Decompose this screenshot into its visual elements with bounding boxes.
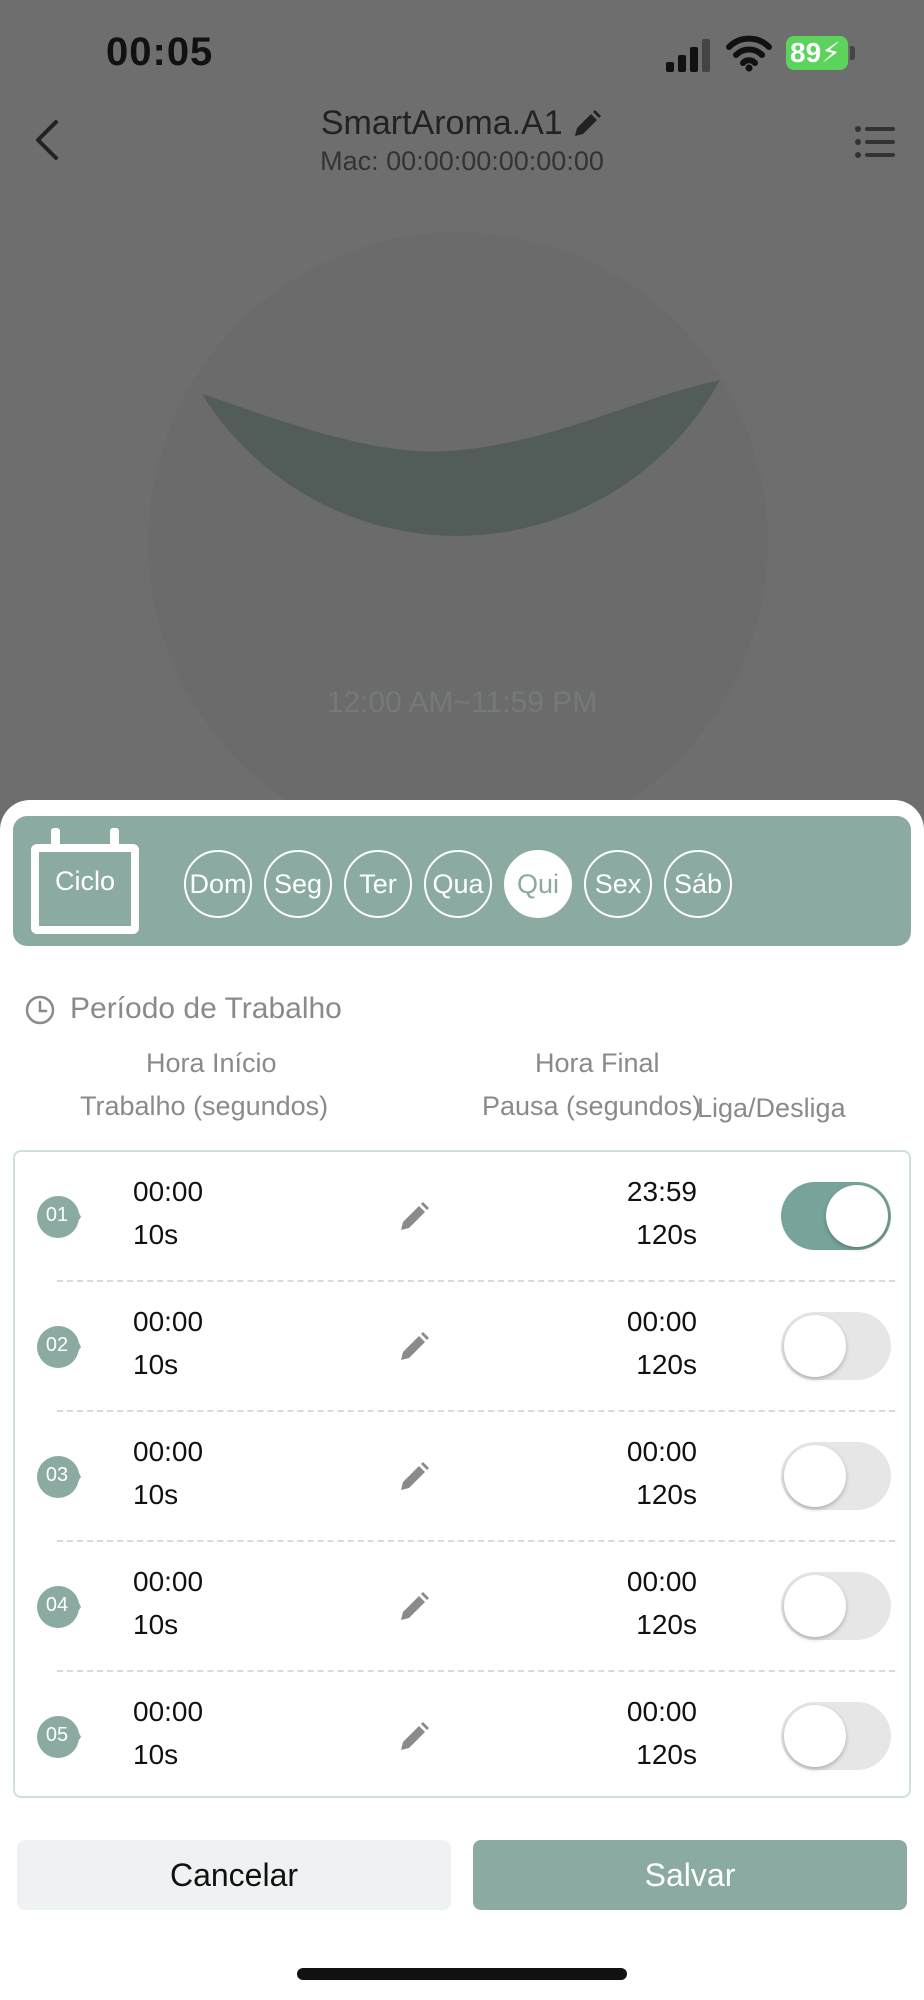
column-work-seconds: Trabalho (segundos) bbox=[80, 1091, 329, 1121]
mac-value: 00:00:00:00:00:00 bbox=[386, 146, 604, 176]
device-screen-background: 00:05 89⚡ SmartAroma.A1 Mac: 00:00:00:00… bbox=[0, 0, 924, 852]
work-seconds: 10s bbox=[133, 1349, 179, 1380]
end-time: 00:00 bbox=[626, 1436, 697, 1467]
wifi-icon bbox=[726, 35, 772, 72]
work-seconds: 10s bbox=[133, 1219, 179, 1250]
weekday-selector: Ciclo Dom Seg Ter Qua Qui Sex Sáb bbox=[13, 816, 911, 946]
period-row: 04 00:00 10s 00:00 120s bbox=[15, 1542, 909, 1672]
period-row: 01 00:00 10s 23:59 120s bbox=[15, 1152, 909, 1282]
toggle-knob bbox=[784, 1315, 846, 1377]
pause-seconds: 120s bbox=[636, 1479, 697, 1510]
row-number: 02 bbox=[45, 1334, 69, 1356]
column-end-time: Hora Final bbox=[535, 1048, 660, 1078]
work-seconds: 10s bbox=[133, 1739, 179, 1770]
column-start-time: Hora Início bbox=[146, 1048, 277, 1078]
list-menu-icon[interactable] bbox=[854, 124, 896, 160]
toggle-knob bbox=[784, 1575, 846, 1637]
start-time: 00:00 bbox=[133, 1696, 204, 1727]
home-indicator bbox=[297, 1968, 627, 1980]
work-seconds: 10s bbox=[133, 1479, 179, 1510]
row-number: 05 bbox=[45, 1724, 69, 1746]
edit-period-pencil-icon[interactable] bbox=[397, 1200, 431, 1234]
battery-cap bbox=[850, 46, 855, 60]
clock-icon bbox=[25, 995, 55, 1025]
period-row: 03 00:00 10s 00:00 120s bbox=[15, 1412, 909, 1542]
mac-address: Mac: 00:00:00:00:00:00 bbox=[0, 146, 924, 177]
pause-seconds: 120s bbox=[636, 1219, 697, 1250]
period-row: 02 00:00 10s 00:00 120s bbox=[15, 1282, 909, 1412]
battery-indicator: 89⚡ bbox=[786, 36, 848, 70]
schedule-sheet: Ciclo Dom Seg Ter Qua Qui Sex Sáb Períod… bbox=[0, 800, 924, 2000]
row-number: 01 bbox=[45, 1204, 69, 1226]
end-time: 00:00 bbox=[626, 1566, 697, 1597]
pause-seconds: 120s bbox=[636, 1739, 697, 1770]
pause-seconds: 120s bbox=[636, 1609, 697, 1640]
section-title: Período de Trabalho bbox=[70, 992, 342, 1025]
toggle-knob bbox=[784, 1705, 846, 1767]
period-row: 05 00:00 10s 00:00 120s bbox=[15, 1672, 909, 1802]
period-toggle[interactable] bbox=[781, 1182, 891, 1250]
end-time: 23:59 bbox=[626, 1176, 697, 1207]
charging-bolt-icon: ⚡ bbox=[821, 37, 841, 68]
period-toggle[interactable] bbox=[781, 1442, 891, 1510]
day-button-sex[interactable]: Sex bbox=[584, 850, 652, 918]
toggle-knob bbox=[826, 1185, 888, 1247]
edit-period-pencil-icon[interactable] bbox=[397, 1590, 431, 1624]
pause-seconds: 120s bbox=[636, 1349, 697, 1380]
cycle-label: Ciclo bbox=[54, 866, 115, 896]
work-seconds: 10s bbox=[133, 1609, 179, 1640]
edit-period-pencil-icon[interactable] bbox=[397, 1330, 431, 1364]
schedule-time-range: 12:00 AM~11:59 PM bbox=[326, 686, 598, 719]
period-toggle[interactable] bbox=[781, 1312, 891, 1380]
toggle-knob bbox=[784, 1445, 846, 1507]
day-button-qui[interactable]: Qui bbox=[504, 850, 572, 918]
start-time: 00:00 bbox=[133, 1566, 204, 1597]
edit-period-pencil-icon[interactable] bbox=[397, 1460, 431, 1494]
save-button[interactable]: Salvar bbox=[473, 1840, 907, 1910]
day-button-ter[interactable]: Ter bbox=[344, 850, 412, 918]
device-title-bar: SmartAroma.A1 bbox=[0, 104, 924, 143]
day-button-dom[interactable]: Dom bbox=[184, 850, 252, 918]
day-button-seg[interactable]: Seg bbox=[264, 850, 332, 918]
row-number: 04 bbox=[45, 1594, 69, 1616]
end-time: 00:00 bbox=[626, 1696, 697, 1727]
mac-label: Mac: bbox=[320, 146, 379, 176]
cancel-button[interactable]: Cancelar bbox=[17, 1840, 451, 1910]
status-bar: 00:05 89⚡ bbox=[0, 0, 924, 110]
edit-period-pencil-icon[interactable] bbox=[397, 1720, 431, 1754]
cellular-signal-icon bbox=[666, 39, 710, 72]
edit-name-pencil-icon[interactable] bbox=[571, 108, 603, 140]
start-time: 00:00 bbox=[133, 1176, 204, 1207]
aroma-level-wave bbox=[202, 380, 720, 536]
day-button-qua[interactable]: Qua bbox=[424, 850, 492, 918]
column-pause-seconds: Pausa (segundos) bbox=[482, 1091, 702, 1121]
status-time: 00:05 bbox=[106, 30, 214, 74]
start-time: 00:00 bbox=[133, 1436, 204, 1467]
cycle-calendar-icon[interactable]: Ciclo bbox=[31, 828, 139, 934]
device-name: SmartAroma.A1 bbox=[320, 104, 563, 142]
column-on-off: Liga/Desliga bbox=[697, 1093, 846, 1123]
work-period-list: 01 00:00 10s 23:59 120s 02 00:00 10s 00:… bbox=[13, 1150, 911, 1798]
period-toggle[interactable] bbox=[781, 1572, 891, 1640]
end-time: 00:00 bbox=[626, 1306, 697, 1337]
day-button-sab[interactable]: Sáb bbox=[664, 850, 732, 918]
battery-level: 89 bbox=[790, 37, 822, 68]
row-number: 03 bbox=[45, 1464, 69, 1486]
period-toggle[interactable] bbox=[781, 1702, 891, 1770]
start-time: 00:00 bbox=[133, 1306, 204, 1337]
